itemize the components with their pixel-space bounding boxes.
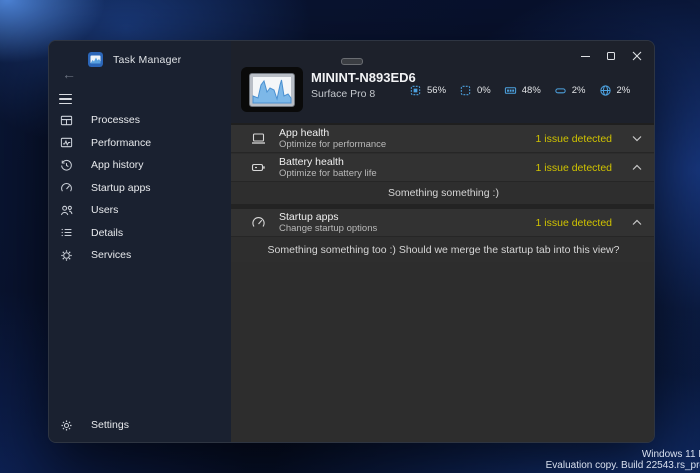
battery-icon [251, 160, 266, 175]
cpu-icon [409, 84, 422, 97]
health-row-subtitle: Change startup options [279, 223, 377, 234]
health-row-startup-apps[interactable]: Startup apps Change startup options 1 is… [231, 209, 655, 237]
network-usage-value: 2% [617, 85, 631, 96]
status-badge: 1 issue detected [536, 162, 612, 174]
network-globe-icon [599, 84, 612, 97]
stat-cpu: 56% [409, 84, 446, 97]
sidebar-item-app-history[interactable]: App history [49, 154, 231, 177]
details-icon [60, 226, 73, 239]
stat-memory: 48% [504, 84, 541, 97]
health-row-app-health[interactable]: App health Optimize for performance 1 is… [231, 125, 655, 153]
health-row-subtitle: Optimize for battery life [279, 168, 377, 179]
health-row-title: Startup apps [279, 211, 377, 223]
sidebar-item-settings[interactable]: Settings [49, 414, 231, 437]
settings-label: Settings [91, 419, 129, 431]
sidebar-item-performance[interactable]: Performance [49, 132, 231, 155]
sidebar-item-label: Startup apps [91, 182, 151, 194]
sidebar-item-label: Details [91, 227, 123, 239]
health-row-title: Battery health [279, 156, 377, 168]
header-region: MININT-N893ED6 Surface Pro 8 56% [231, 41, 655, 123]
startup-apps-detail: Something something too :) Should we mer… [231, 237, 655, 262]
performance-graph-thumbnail-icon [249, 73, 295, 107]
stat-disk: 2% [554, 84, 586, 97]
sidebar-nav: Processes Performance App history [49, 109, 231, 267]
processes-icon [60, 114, 73, 127]
status-badge: 1 issue detected [536, 133, 612, 145]
titlebar-left: Task Manager [88, 52, 181, 67]
sidebar-item-processes[interactable]: Processes [49, 109, 231, 132]
windows-build-watermark: Windows 11 P Evaluation copy. Build 2254… [546, 449, 700, 471]
device-name: MININT-N893ED6 [311, 70, 416, 85]
cpu-usage-value: 56% [427, 85, 446, 96]
sidebar-item-label: App history [91, 159, 144, 171]
main-panel: MININT-N893ED6 Surface Pro 8 56% [231, 41, 655, 442]
minimize-icon [581, 56, 590, 57]
device-model: Surface Pro 8 [311, 88, 375, 100]
stat-network: 2% [599, 84, 631, 97]
sidebar: Task Manager ← Processes [49, 41, 231, 442]
battery-health-detail-text: Something something :) [388, 187, 499, 199]
window-title: Task Manager [113, 54, 181, 66]
hamburger-icon [59, 94, 72, 96]
window-controls [572, 45, 650, 67]
memory-icon [504, 84, 517, 97]
sidebar-item-label: Users [91, 204, 118, 216]
startup-apps-icon [251, 215, 266, 230]
health-row-text: Battery health Optimize for battery life [279, 156, 377, 179]
stat-gpu: 0% [459, 84, 491, 97]
sidebar-item-users[interactable]: Users [49, 199, 231, 222]
close-icon [632, 51, 642, 61]
sidebar-item-details[interactable]: Details [49, 222, 231, 245]
back-arrow-icon: ← [62, 66, 76, 82]
drag-handle-pill[interactable] [341, 58, 363, 65]
minimize-button[interactable] [572, 45, 598, 67]
gpu-usage-value: 0% [477, 85, 491, 96]
resource-stats: 56% 0% [409, 84, 630, 97]
sidebar-item-services[interactable]: Services [49, 244, 231, 267]
back-button[interactable]: ← [59, 65, 79, 83]
sidebar-item-label: Processes [91, 114, 140, 126]
watermark-line1: Windows 11 P [546, 449, 700, 460]
laptop-icon [251, 131, 266, 146]
disk-icon [554, 84, 567, 97]
sidebar-item-label: Services [91, 249, 131, 261]
watermark-line2: Evaluation copy. Build 22543.rs_pre [546, 460, 700, 471]
device-thumbnail [241, 67, 303, 112]
users-icon [60, 204, 73, 217]
battery-health-detail: Something something :) [231, 182, 655, 204]
gear-icon [60, 419, 73, 432]
task-manager-app-icon [88, 52, 103, 67]
health-row-text: Startup apps Change startup options [279, 211, 377, 234]
chevron-up-icon[interactable] [632, 164, 642, 171]
sidebar-item-label: Performance [91, 137, 151, 149]
health-row-subtitle: Optimize for performance [279, 139, 386, 150]
hamburger-menu-button[interactable] [59, 91, 79, 107]
close-button[interactable] [624, 45, 650, 67]
startup-apps-icon [60, 181, 73, 194]
maximize-button[interactable] [598, 45, 624, 67]
services-icon [60, 249, 73, 262]
health-row-text: App health Optimize for performance [279, 127, 386, 150]
gpu-icon [459, 84, 472, 97]
chevron-up-icon[interactable] [632, 219, 642, 226]
maximize-icon [607, 52, 615, 60]
sidebar-item-startup-apps[interactable]: Startup apps [49, 177, 231, 200]
status-badge: 1 issue detected [536, 217, 612, 229]
desktop-wallpaper: Task Manager ← Processes [0, 0, 700, 473]
health-row-title: App health [279, 127, 386, 139]
performance-icon [60, 136, 73, 149]
task-manager-window: Task Manager ← Processes [48, 40, 655, 443]
startup-apps-detail-text: Something something too :) Should we mer… [268, 244, 620, 256]
app-history-icon [60, 159, 73, 172]
health-row-battery-health[interactable]: Battery health Optimize for battery life… [231, 154, 655, 182]
disk-usage-value: 2% [572, 85, 586, 96]
chevron-down-icon[interactable] [632, 135, 642, 142]
memory-usage-value: 48% [522, 85, 541, 96]
